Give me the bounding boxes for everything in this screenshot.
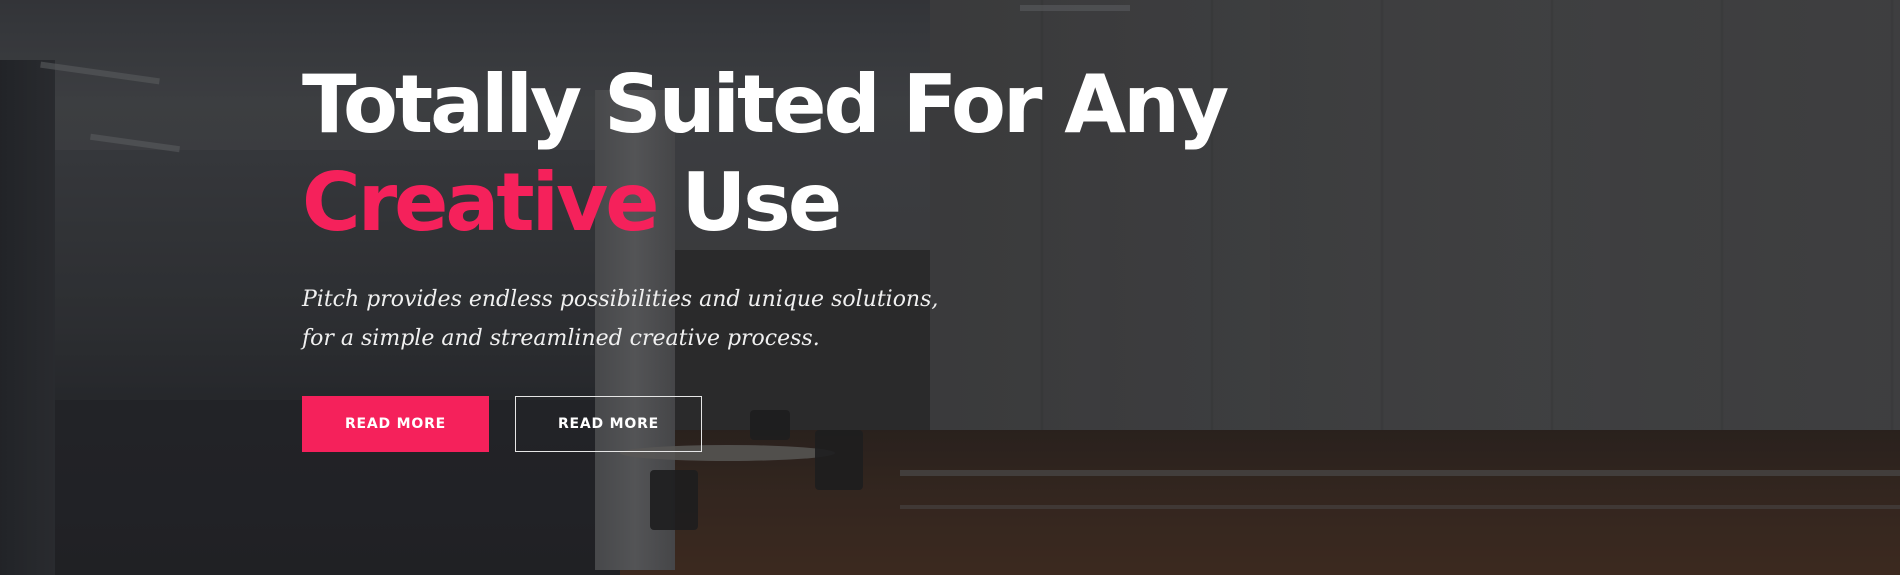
- hero-content: Totally Suited For Any Creative Use Pitc…: [302, 56, 1402, 452]
- hero-section: Totally Suited For Any Creative Use Pitc…: [0, 0, 1900, 575]
- read-more-outline-button[interactable]: READ MORE: [515, 396, 702, 452]
- read-more-primary-button[interactable]: READ MORE: [302, 396, 489, 452]
- hero-headline: Totally Suited For Any Creative Use: [302, 56, 1402, 252]
- headline-accent-word: Creative: [302, 156, 659, 249]
- subtitle-line-2: for a simple and streamlined creative pr…: [302, 326, 820, 351]
- hero-buttons: READ MORE READ MORE: [302, 396, 1402, 452]
- subtitle-line-1: Pitch provides endless possibilities and…: [302, 287, 939, 312]
- hero-subtitle: Pitch provides endless possibilities and…: [302, 280, 1002, 358]
- headline-line-2-rest: Use: [656, 156, 842, 249]
- headline-line-1: Totally Suited For Any: [302, 58, 1229, 151]
